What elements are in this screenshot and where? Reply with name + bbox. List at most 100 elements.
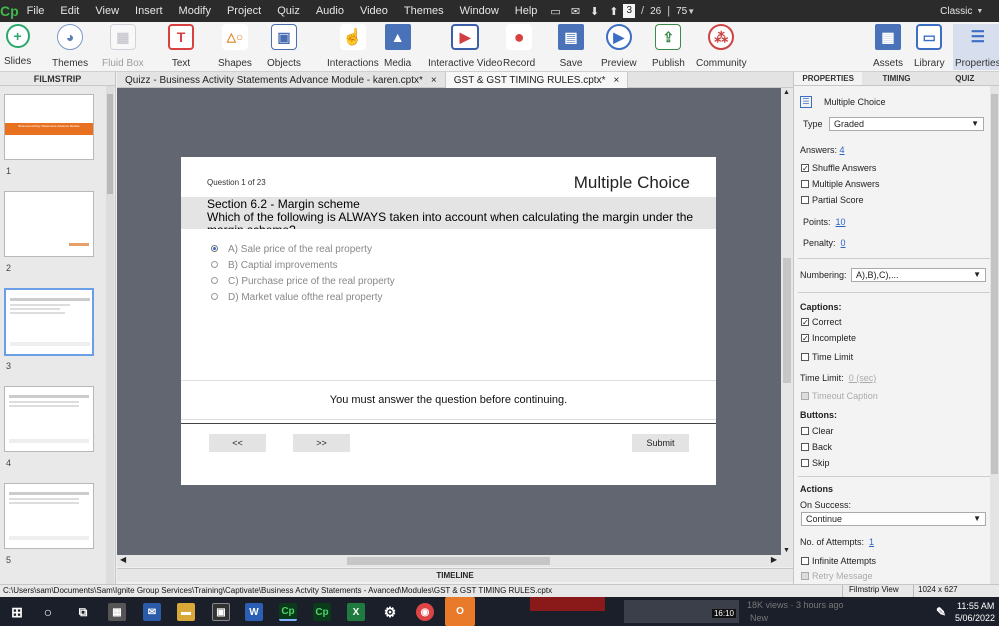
arrow-down-icon[interactable]: ⬇ <box>590 5 599 18</box>
filmstrip-scrollbar[interactable] <box>106 86 114 584</box>
radio-icon[interactable] <box>211 292 218 300</box>
close-tab-icon[interactable]: × <box>431 75 437 86</box>
menu-project[interactable]: Project <box>219 5 269 17</box>
text-button[interactable]: T Text <box>168 24 194 69</box>
photos-app-icon[interactable]: ▣ <box>212 603 230 621</box>
captivate-taskbar-icon[interactable]: Cp <box>279 603 297 621</box>
interactive-video-button[interactable]: ▶ Interactive Video <box>428 24 502 69</box>
menu-insert[interactable]: Insert <box>127 5 171 17</box>
clock-time[interactable]: 11:55 AM <box>957 601 994 611</box>
tab-properties[interactable]: PROPERTIES <box>794 72 863 85</box>
points-value[interactable]: 10 <box>836 217 846 227</box>
stage-hscroll-thumb[interactable] <box>347 557 550 565</box>
partial-score-checkbox[interactable]: Partial Score <box>801 195 864 205</box>
attempts-value[interactable]: 1 <box>869 537 874 547</box>
themes-button[interactable]: ◕ Themes <box>52 24 88 69</box>
slide-thumbnail-1[interactable]: Business Activity Statements Advance Mod… <box>4 94 94 160</box>
radio-icon[interactable] <box>211 276 218 284</box>
clear-checkbox[interactable]: Clear <box>801 426 834 436</box>
scroll-up-icon[interactable]: ▲ <box>783 89 790 96</box>
publish-button[interactable]: ⇪ Publish <box>652 24 685 69</box>
calculator-icon[interactable]: ▦ <box>108 603 126 621</box>
shapes-button[interactable]: △○ Shapes <box>218 24 252 69</box>
checkbox-icon[interactable] <box>801 179 809 188</box>
library-button[interactable]: ▭ Library <box>914 24 945 69</box>
checkbox-icon[interactable] <box>801 426 809 435</box>
zoom-value[interactable]: 75 <box>676 6 687 17</box>
penalty-value[interactable]: 0 <box>841 238 846 248</box>
scroll-right-icon[interactable]: ▶ <box>771 555 777 564</box>
community-button[interactable]: ⁂ Community <box>696 24 747 69</box>
menu-video[interactable]: Video <box>352 5 396 17</box>
scroll-down-icon[interactable]: ▼ <box>783 547 790 554</box>
tab-quiz[interactable]: QUIZ <box>931 72 999 85</box>
media-button[interactable]: ▲ Media <box>384 24 411 69</box>
stage-vscroll-thumb[interactable] <box>783 258 791 383</box>
correct-checkbox[interactable]: ✓ Correct <box>801 317 842 327</box>
word-icon[interactable]: W <box>245 603 263 621</box>
menu-view[interactable]: View <box>87 5 127 17</box>
menu-modify[interactable]: Modify <box>171 5 219 17</box>
excel-icon[interactable]: X <box>347 603 365 621</box>
chrome-icon[interactable]: ◉ <box>416 603 434 621</box>
menu-help[interactable]: Help <box>507 5 546 17</box>
filmstrip-scroll-thumb[interactable] <box>107 94 113 194</box>
radio-icon[interactable] <box>211 260 218 268</box>
close-tab-icon[interactable]: × <box>613 75 619 86</box>
menu-window[interactable]: Window <box>452 5 507 17</box>
answer-d[interactable]: D) Market value ofthe real property <box>211 290 395 306</box>
infinite-attempts-checkbox[interactable]: Infinite Attempts <box>801 556 876 566</box>
properties-button[interactable]: ☰ Properties <box>953 24 999 70</box>
captivate-taskbar-icon-2[interactable]: Cp <box>313 603 331 621</box>
stage-vscrollbar[interactable]: ▲ ▼ <box>781 88 793 555</box>
incomplete-caption[interactable]: You must answer the question before cont… <box>181 380 716 420</box>
back-nav-button[interactable]: << <box>209 434 266 452</box>
checkbox-icon[interactable] <box>801 195 809 204</box>
workspace-caret-icon[interactable]: ▼ <box>976 8 983 15</box>
shuffle-answers-checkbox[interactable]: ✓ Shuffle Answers <box>801 163 876 173</box>
mail-icon[interactable]: ✉ <box>571 5 580 18</box>
mail-app-icon[interactable]: ✉ <box>143 603 161 621</box>
submit-button[interactable]: Submit <box>632 434 689 452</box>
type-dropdown[interactable]: Graded ▼ <box>829 117 984 131</box>
workspace-selector[interactable]: Classic <box>940 6 972 17</box>
checkbox-checked-icon[interactable]: ✓ <box>801 163 809 172</box>
save-button[interactable]: ▤ Save <box>558 24 584 69</box>
incomplete-checkbox[interactable]: ✓ Incomplete <box>801 333 856 343</box>
menu-audio[interactable]: Audio <box>308 5 352 17</box>
slide-thumbnail-4[interactable] <box>4 386 94 452</box>
time-limit-checkbox[interactable]: Time Limit <box>801 352 853 362</box>
preview-button[interactable]: ▶ Preview <box>601 24 637 69</box>
answer-b[interactable]: B) Captial improvements <box>211 258 395 274</box>
skip-checkbox[interactable]: Skip <box>801 458 830 468</box>
scroll-left-icon[interactable]: ◀ <box>120 555 126 564</box>
checkbox-checked-icon[interactable]: ✓ <box>801 317 809 326</box>
tab-quizz-document[interactable]: Quizz - Business Activity Statements Adv… <box>117 72 446 88</box>
checkbox-icon[interactable] <box>801 442 809 451</box>
tab-gst-document[interactable]: GST & GST TIMING RULES.cptx* × <box>445 72 629 88</box>
next-nav-button[interactable]: >> <box>293 434 350 452</box>
on-success-dropdown[interactable]: Continue ▼ <box>801 512 986 526</box>
answer-a[interactable]: A) Sale price of the real property <box>211 242 395 258</box>
comment-icon[interactable]: ▭ <box>550 5 560 18</box>
settings-gear-icon[interactable]: ⚙ <box>381 603 399 621</box>
clock-date[interactable]: 5/06/2022 <box>955 613 995 623</box>
back-checkbox[interactable]: Back <box>801 442 832 452</box>
checkbox-icon[interactable] <box>801 352 809 361</box>
record-button[interactable]: ● Record <box>503 24 535 69</box>
task-view-icon[interactable]: ⧉ <box>74 603 92 621</box>
timeline-bar[interactable]: TIMELINE <box>117 568 793 582</box>
assets-button[interactable]: ▦ Assets <box>873 24 903 69</box>
properties-scroll-thumb[interactable] <box>991 94 998 474</box>
slide-thumbnail-2[interactable] <box>4 191 94 257</box>
arrow-up-icon[interactable]: ⬆ <box>609 5 618 18</box>
fluid-box-button[interactable]: ▦ Fluid Box <box>102 24 144 69</box>
slides-button[interactable]: + Slides <box>4 24 31 67</box>
stage-hscrollbar[interactable]: ◀ ▶ <box>117 555 793 567</box>
menu-file[interactable]: File <box>19 5 53 17</box>
radio-icon[interactable] <box>211 244 218 252</box>
file-explorer-icon[interactable]: ▬ <box>177 603 195 621</box>
menu-themes[interactable]: Themes <box>396 5 452 17</box>
pen-icon[interactable]: ✎ <box>932 603 950 621</box>
interactions-button[interactable]: ☝ Interactions <box>327 24 379 69</box>
